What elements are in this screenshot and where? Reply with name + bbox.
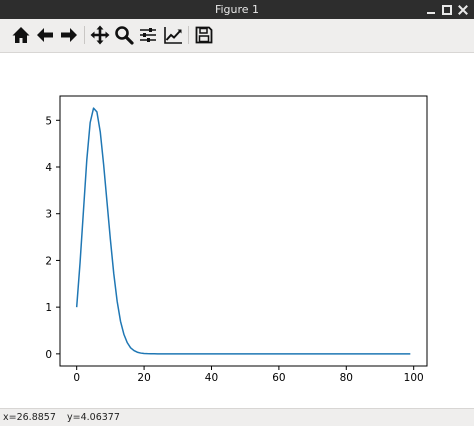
configure-subplots-button[interactable] (137, 24, 159, 46)
x-tick-label: 20 (137, 372, 150, 384)
window-title: Figure 1 (214, 3, 260, 16)
close-icon[interactable] (458, 5, 468, 15)
line-plot: 0 20 40 60 80 100 0 1 2 3 4 5 (45, 95, 428, 384)
x-tick-label: 80 (340, 372, 353, 384)
y-tick-label: 5 (45, 115, 52, 127)
line-chart-icon (164, 27, 182, 44)
x-tick-label: 100 (404, 372, 424, 384)
y-tick-label: 4 (45, 162, 52, 174)
cursor-x-readout: x=26.8857 (3, 412, 56, 423)
cursor-y-readout: y=4.06377 (67, 412, 120, 423)
axes-frame (59, 95, 428, 367)
back-button[interactable] (34, 24, 56, 46)
window-controls (426, 0, 468, 19)
minimize-icon[interactable] (426, 5, 436, 15)
y-tick-label: 2 (45, 255, 52, 267)
y-tick-label: 3 (45, 209, 52, 221)
edit-axis-button[interactable] (162, 24, 184, 46)
window-titlebar: Figure 1 (0, 0, 474, 19)
pan-button[interactable] (89, 24, 111, 46)
figure-canvas[interactable]: 0 20 40 60 80 100 0 1 2 3 4 5 (0, 53, 474, 408)
floppy-disk-icon (195, 26, 213, 44)
forward-button[interactable] (58, 24, 80, 46)
magnifier-icon (115, 26, 134, 45)
status-bar: x=26.8857 y=4.06377 (0, 408, 474, 426)
y-tick-label: 1 (45, 302, 52, 314)
home-button[interactable] (10, 24, 32, 46)
x-tick-label: 60 (272, 372, 285, 384)
move-icon (90, 25, 110, 45)
arrow-right-icon (61, 28, 77, 42)
navigation-toolbar (0, 19, 474, 53)
x-tick-label: 0 (73, 372, 80, 384)
arrow-left-icon (37, 28, 53, 42)
x-tick-label: 40 (205, 372, 218, 384)
zoom-button[interactable] (113, 24, 135, 46)
toolbar-separator (84, 26, 85, 44)
maximize-icon[interactable] (442, 4, 452, 15)
y-tick-label: 0 (45, 349, 52, 361)
toolbar-separator (188, 26, 189, 44)
sliders-icon (140, 28, 156, 42)
home-icon (12, 27, 30, 43)
save-button[interactable] (193, 24, 215, 46)
